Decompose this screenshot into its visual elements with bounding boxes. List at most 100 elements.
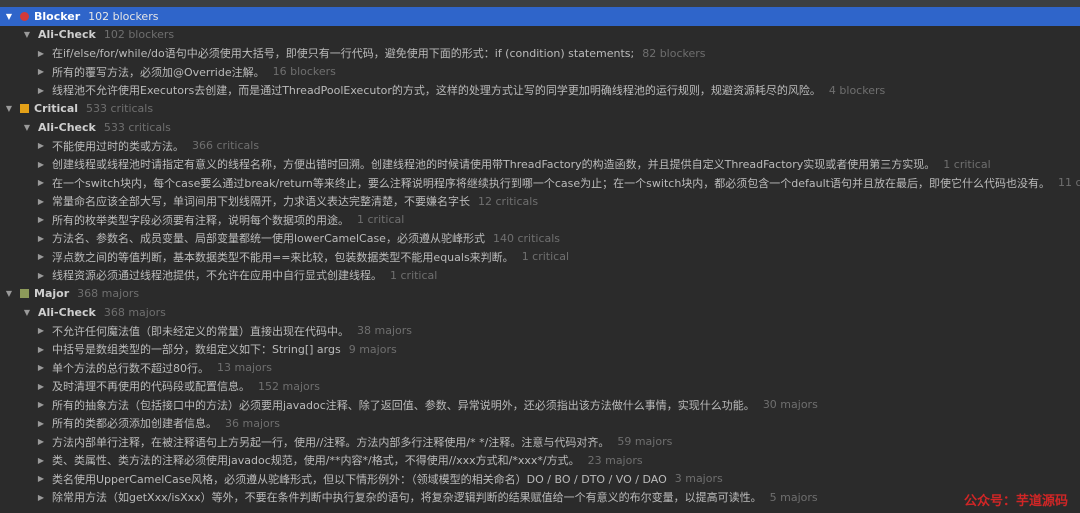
rule-item[interactable]: ▶ 方法名、参数名、成员变量、局部变量都统一使用lowerCamelCase，必须… <box>0 229 1080 248</box>
severity-group-blocker[interactable]: ▼ Blocker 102 blockers <box>0 7 1080 26</box>
severity-group-critical[interactable]: ▼ Critical 533 criticals <box>0 100 1080 119</box>
collapsed-arrow-icon[interactable]: ▶ <box>36 178 46 187</box>
rule-count: 11 criticals <box>1058 176 1080 190</box>
group-name: Major <box>34 287 70 301</box>
expand-arrow-icon[interactable]: ▼ <box>4 289 14 298</box>
collapsed-arrow-icon[interactable]: ▶ <box>36 49 46 58</box>
rule-item[interactable]: ▶ 创建线程或线程池时请指定有意义的线程名称，方便出错时回溯。创建线程池的时候请使… <box>0 155 1080 174</box>
collapsed-arrow-icon[interactable]: ▶ <box>36 252 46 261</box>
rule-item[interactable]: ▶ 所有的覆写方法，必须加@Override注解。 16 blockers <box>0 63 1080 82</box>
rule-count: 1 critical <box>943 157 991 171</box>
rule-item[interactable]: ▶ 线程池不允许使用Executors去创建，而是通过ThreadPoolExec… <box>0 81 1080 100</box>
collapsed-arrow-icon[interactable]: ▶ <box>36 456 46 465</box>
rule-text: 中括号是数组类型的一部分，数组定义如下：String[] args <box>52 343 341 357</box>
rule-item[interactable]: ▶ 浮点数之间的等值判断，基本数据类型不能用==来比较，包装数据类型不能用equa… <box>0 248 1080 267</box>
group-name: Blocker <box>34 9 81 23</box>
collapsed-arrow-icon[interactable]: ▶ <box>36 400 46 409</box>
subgroup-count: 102 blockers <box>103 28 175 42</box>
expand-arrow-icon[interactable]: ▼ <box>4 104 14 113</box>
rule-item[interactable]: ▶ 单个方法的总行数不超过80行。 13 majors <box>0 359 1080 378</box>
rule-item[interactable]: ▶ 所有的枚举类型字段必须要有注释，说明每个数据项的用途。 1 critical <box>0 211 1080 230</box>
collapsed-arrow-icon[interactable]: ▶ <box>36 215 46 224</box>
rule-count: 30 majors <box>762 398 818 412</box>
blocker-icon <box>20 11 29 21</box>
ali-check-node[interactable]: ▼ Ali-Check 368 majors <box>0 303 1080 322</box>
collapsed-arrow-icon[interactable]: ▶ <box>36 326 46 335</box>
rule-count: 16 blockers <box>272 65 336 79</box>
collapsed-arrow-icon[interactable]: ▶ <box>36 437 46 446</box>
rule-text: 类名使用UpperCamelCase风格，必须遵从驼峰形式，但以下情形例外：（领… <box>52 472 667 486</box>
rule-item[interactable]: ▶ 所有的类都必须添加创建者信息。 36 majors <box>0 414 1080 433</box>
rule-item[interactable]: ▶ 在if/else/for/while/do语句中必须使用大括号，即使只有一行代… <box>0 44 1080 63</box>
collapsed-arrow-icon[interactable]: ▶ <box>36 141 46 150</box>
rule-count: 59 majors <box>617 435 673 449</box>
subgroup-count: 368 majors <box>103 305 166 319</box>
rule-item[interactable]: ▶ 类、类属性、类方法的注释必须使用javadoc规范，使用/**内容*/格式，不… <box>0 451 1080 470</box>
rule-count: 1 critical <box>357 213 405 227</box>
rule-item[interactable]: ▶ 线程资源必须通过线程池提供，不允许在应用中自行显式创建线程。 1 critica… <box>0 266 1080 285</box>
ali-check-node[interactable]: ▼ Ali-Check 102 blockers <box>0 26 1080 45</box>
rule-count: 4 blockers <box>828 83 886 97</box>
rule-text: 不允许任何魔法值（即未经定义的常量）直接出现在代码中。 <box>52 324 349 338</box>
severity-group-major[interactable]: ▼ Major 368 majors <box>0 285 1080 304</box>
inspection-results-tree[interactable]: ▼ Blocker 102 blockers ▼ Ali-Check 102 blocke… <box>0 7 1080 513</box>
rule-text: 所有的枚举类型字段必须要有注释，说明每个数据项的用途。 <box>52 213 349 227</box>
rule-text: 不能使用过时的类或方法。 <box>52 139 184 153</box>
rule-item[interactable]: ▶ 中括号是数组类型的一部分，数组定义如下：String[] args 9 majo… <box>0 340 1080 359</box>
critical-icon <box>20 104 29 114</box>
rule-count: 38 majors <box>357 324 412 338</box>
collapsed-arrow-icon[interactable]: ▶ <box>36 67 46 76</box>
group-count: 102 blockers <box>88 9 159 23</box>
collapsed-arrow-icon[interactable]: ▶ <box>36 86 46 95</box>
rule-count: 140 criticals <box>492 231 561 245</box>
major-icon <box>20 289 29 299</box>
rule-text: 方法名、参数名、成员变量、局部变量都统一使用lowerCamelCase，必须遵… <box>52 232 485 246</box>
collapsed-arrow-icon[interactable]: ▶ <box>36 363 46 372</box>
collapsed-arrow-icon[interactable]: ▶ <box>36 271 46 280</box>
rule-text: 所有的覆写方法，必须加@Override注解。 <box>52 65 265 79</box>
collapsed-arrow-icon[interactable]: ▶ <box>36 160 46 169</box>
collapsed-arrow-icon[interactable]: ▶ <box>36 197 46 206</box>
ali-check-node[interactable]: ▼ Ali-Check 533 criticals <box>0 118 1080 137</box>
rule-text: 常量命名应该全部大写，单词间用下划线隔开，力求语义表达完整清楚，不要嫌名字长 <box>52 195 470 209</box>
collapsed-arrow-icon[interactable]: ▶ <box>36 382 46 391</box>
rule-count: 36 majors <box>225 416 280 430</box>
rule-count: 9 majors <box>348 342 397 356</box>
rule-item[interactable]: ▶ 常量命名应该全部大写，单词间用下划线隔开，力求语义表达完整清楚，不要嫌名字长 1… <box>0 192 1080 211</box>
rule-item[interactable]: ▶ 类名使用UpperCamelCase风格，必须遵从驼峰形式，但以下情形例外：（… <box>0 470 1080 489</box>
rule-text: 及时清理不再使用的代码段或配置信息。 <box>52 380 250 394</box>
subgroup-name: Ali-Check <box>38 120 96 134</box>
rule-count: 366 criticals <box>192 139 260 153</box>
rule-item[interactable]: ▶ 不能使用过时的类或方法。 366 criticals <box>0 137 1080 156</box>
expand-arrow-icon[interactable]: ▼ <box>22 123 32 132</box>
collapsed-arrow-icon[interactable]: ▶ <box>36 345 46 354</box>
subgroup-name: Ali-Check <box>38 28 96 42</box>
rule-item[interactable]: ▶ 方法内部单行注释，在被注释语句上方另起一行，使用//注释。方法内部多行注释使用… <box>0 433 1080 452</box>
rule-count: 1 critical <box>521 250 570 264</box>
collapsed-arrow-icon[interactable]: ▶ <box>36 419 46 428</box>
rule-text: 在if/else/for/while/do语句中必须使用大括号，即使只有一行代码… <box>52 47 635 61</box>
rule-item[interactable]: ▶ 及时清理不再使用的代码段或配置信息。 152 majors <box>0 377 1080 396</box>
rule-item[interactable]: ▶ 不允许任何魔法值（即未经定义的常量）直接出现在代码中。 38 majors <box>0 322 1080 341</box>
rule-count: 23 majors <box>587 453 643 467</box>
rule-text: 所有的抽象方法（包括接口中的方法）必须要用javadoc注释、除了返回值、参数、… <box>52 398 755 412</box>
expand-arrow-icon[interactable]: ▼ <box>4 12 14 21</box>
rule-item[interactable]: ▶ 在一个switch块内，每个case要么通过break/return等来终止，… <box>0 174 1080 193</box>
rule-text: 单个方法的总行数不超过80行。 <box>52 361 209 375</box>
rule-count: 13 majors <box>217 361 272 375</box>
rule-text: 所有的类都必须添加创建者信息。 <box>52 417 217 431</box>
rule-text: 线程资源必须通过线程池提供，不允许在应用中自行显式创建线程。 <box>52 269 382 283</box>
expand-arrow-icon[interactable]: ▼ <box>22 30 32 39</box>
rule-text: 线程池不允许使用Executors去创建，而是通过ThreadPoolExecu… <box>52 84 821 98</box>
collapsed-arrow-icon[interactable]: ▶ <box>36 493 46 502</box>
rule-text: 浮点数之间的等值判断，基本数据类型不能用==来比较，包装数据类型不能用equal… <box>52 250 514 264</box>
rule-item[interactable]: ▶ 所有的抽象方法（包括接口中的方法）必须要用javadoc注释、除了返回值、参数… <box>0 396 1080 415</box>
collapsed-arrow-icon[interactable]: ▶ <box>36 474 46 483</box>
rule-text: 除常用方法（如getXxx/isXxx）等外，不要在条件判断中执行复杂的语句，将… <box>52 491 762 505</box>
subgroup-name: Ali-Check <box>38 305 96 319</box>
collapsed-arrow-icon[interactable]: ▶ <box>36 234 46 243</box>
subgroup-count: 533 criticals <box>103 120 171 134</box>
group-count: 368 majors <box>77 287 140 301</box>
rule-item[interactable]: ▶ 除常用方法（如getXxx/isXxx）等外，不要在条件判断中执行复杂的语句，… <box>0 488 1080 507</box>
expand-arrow-icon[interactable]: ▼ <box>22 308 32 317</box>
